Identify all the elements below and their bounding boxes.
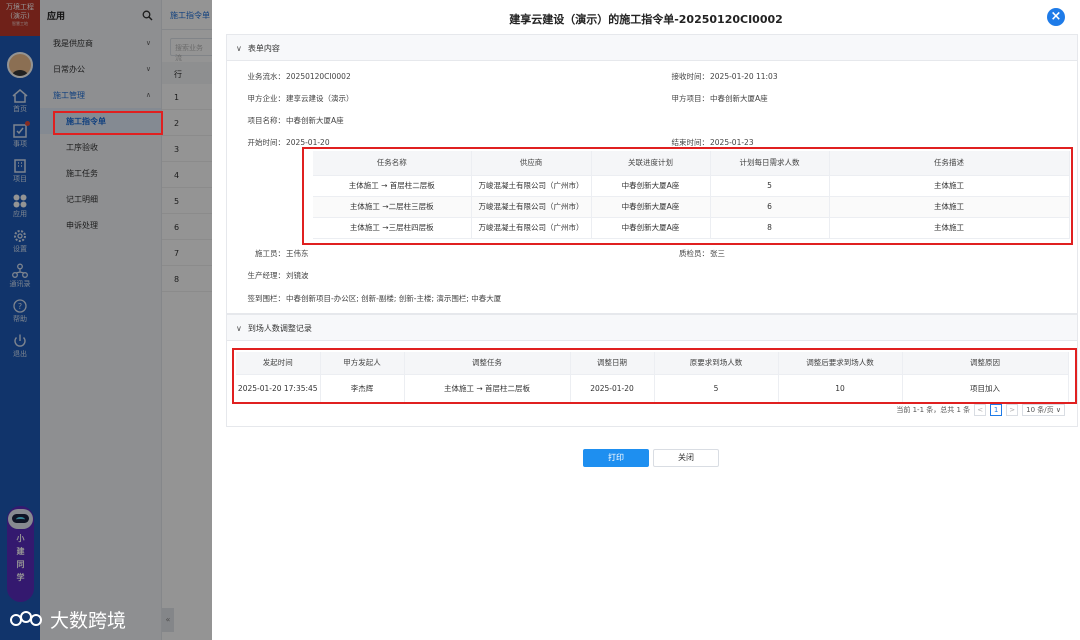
field-party-company: 甲方企业：建享云建设（演示） (247, 94, 354, 103)
field-serial: 业务流水：20250120CI0002 (247, 72, 351, 81)
field-party-project: 甲方项目：中春创新大厦A座 (671, 94, 768, 103)
chevron-down-icon: ∨ (236, 324, 242, 333)
prev-page-button[interactable]: < (974, 404, 987, 416)
field-receive-time: 接收时间：2025-01-20 11:03 (671, 72, 778, 81)
field-project-name: 项目名称：中春创新大厦A座 (247, 116, 344, 125)
page-size-select[interactable]: 10 条/页 ∨ (1022, 404, 1065, 416)
print-button[interactable]: 打印 (583, 449, 649, 467)
section-header-form[interactable]: ∨ 表单内容 (227, 35, 1077, 61)
highlight-box (302, 147, 1073, 245)
pagination-summary: 当前 1-1 条，总共 1 条 (896, 406, 971, 414)
field-production-manager: 生产经理：刘镜波 (247, 271, 309, 280)
field-inspector: 质检员：张三 (679, 249, 725, 258)
field-worker: 施工员：王伟东 (255, 249, 309, 258)
close-button[interactable]: 关闭 (653, 449, 719, 467)
watermark: 大数跨境 (10, 606, 126, 633)
watermark-text: 大数跨境 (50, 610, 127, 632)
modal-mask[interactable] (0, 0, 212, 640)
field-geofence: 签到围栏：中春创新项目-办公区; 创新-副楼; 创新-主楼; 演示围栏; 中春大… (247, 294, 502, 303)
pagination: 当前 1-1 条，总共 1 条 < 1 > 10 条/页 ∨ (896, 404, 1065, 416)
watermark-logo (10, 609, 44, 631)
page-1-button[interactable]: 1 (990, 404, 1003, 416)
chevron-down-icon: ∨ (236, 44, 242, 53)
close-icon[interactable]: × (1047, 8, 1065, 26)
instruction-detail-modal: 建享云建设（演示）的施工指令单-20250120CI0002 × ∨ 表单内容 业… (212, 0, 1080, 640)
highlight-box (53, 111, 163, 135)
highlight-box (232, 348, 1077, 404)
modal-title: 建享云建设（演示）的施工指令单-20250120CI0002 (509, 13, 783, 26)
next-page-button[interactable]: > (1006, 404, 1019, 416)
section-header-adjust[interactable]: ∨ 到场人数调整记录 (227, 315, 1077, 341)
